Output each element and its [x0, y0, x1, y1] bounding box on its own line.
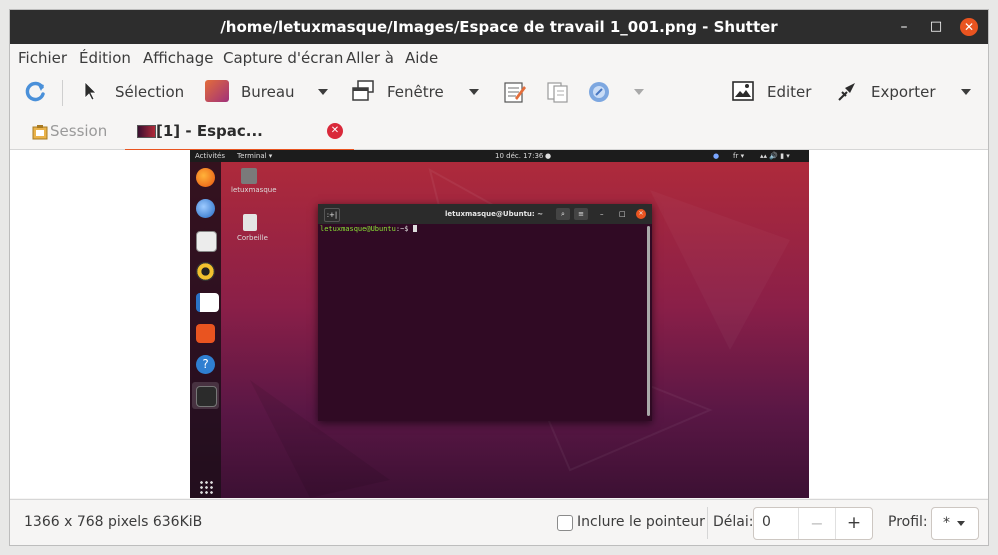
close-tab-icon[interactable]: ✕	[327, 123, 343, 139]
image-info: 1366 x 768 pixels 636KiB	[24, 514, 203, 530]
menu-bar: Fichier Édition Affichage Capture d'écra…	[10, 44, 988, 72]
tab-bar: Session [1] - Espac... 1_001.png ✕	[10, 116, 988, 170]
preview-clock: 10 déc. 17:36	[495, 152, 544, 160]
window-icon[interactable]	[351, 80, 375, 102]
app-grid-icon	[199, 480, 213, 494]
toolbar: Sélection Bureau Fenêtre Editer Exporter	[10, 72, 988, 112]
window-title: /home/letuxmasque/Images/Espace de trava…	[220, 18, 778, 36]
tab-session-label: Session	[50, 122, 108, 140]
shutter-window: /home/letuxmasque/Images/Espace de trava…	[10, 10, 988, 545]
terminal-prompt: letuxmasque@Ubuntu:~$	[320, 225, 417, 233]
profile-select[interactable]: *	[931, 507, 979, 540]
terminal-titlebar: :+| letuxmasque@Ubuntu: ~ ⌕ ≡ – □ ✕	[318, 204, 652, 224]
refresh-icon[interactable]	[23, 80, 47, 104]
maximize-button[interactable]: □	[927, 18, 945, 36]
tab-session[interactable]: Session	[32, 116, 112, 149]
export-icon[interactable]	[836, 80, 858, 102]
preview-dock: ?	[190, 162, 221, 498]
tooltip-capture-icon[interactable]	[545, 80, 569, 104]
profile-label: Profil:	[888, 514, 928, 530]
preview-lang: fr ▾	[733, 152, 745, 160]
minimize-button[interactable]: –	[895, 18, 913, 36]
desktop-dropdown-icon[interactable]	[318, 89, 328, 95]
home-folder-label: letuxmasque	[231, 186, 277, 194]
terminal-scrollbar	[647, 226, 650, 416]
firefox-icon	[196, 168, 215, 187]
delay-decrease-button[interactable]: −	[799, 508, 835, 539]
preview-terminal: :+| letuxmasque@Ubuntu: ~ ⌕ ≡ – □ ✕ letu…	[318, 204, 652, 421]
preview-activities: Activités	[195, 152, 225, 160]
close-button[interactable]: ✕	[960, 18, 978, 36]
desktop-button[interactable]: Bureau	[241, 76, 295, 108]
terminal-icon	[196, 386, 217, 407]
window-dropdown-icon[interactable]	[469, 89, 479, 95]
preview-terminal-menu: Terminal ▾	[237, 152, 273, 160]
edit-button[interactable]: Editer	[767, 76, 811, 108]
image-viewer[interactable]: Activités Terminal ▾ 10 déc. 17:36 ● ● f…	[10, 150, 988, 498]
include-pointer-label: Inclure le pointeur	[577, 514, 705, 530]
screenshot-preview: Activités Terminal ▾ 10 déc. 17:36 ● ● f…	[190, 150, 809, 498]
help-icon: ?	[196, 355, 215, 374]
tab-screenshot[interactable]: [1] - Espac... 1_001.png ✕	[125, 116, 354, 170]
title-bar: /home/letuxmasque/Images/Espace de trava…	[10, 10, 988, 44]
profile-dropdown-icon	[957, 521, 965, 526]
profile-value: *	[943, 515, 950, 531]
status-bar: 1366 x 768 pixels 636KiB Inclure le poin…	[10, 499, 988, 545]
menu-capture-icon[interactable]	[503, 80, 527, 104]
web-dropdown-icon[interactable]	[634, 89, 644, 95]
delay-spinner[interactable]: 0 − +	[753, 507, 873, 540]
delay-value[interactable]: 0	[762, 514, 771, 530]
thunderbird-icon	[196, 199, 215, 218]
delay-increase-button[interactable]: +	[836, 508, 872, 539]
session-icon	[32, 125, 48, 140]
menu-affichage[interactable]: Affichage	[143, 49, 213, 67]
software-icon	[196, 324, 215, 343]
menu-aller[interactable]: Aller à	[346, 49, 394, 67]
include-pointer-checkbox[interactable]	[557, 515, 573, 531]
writer-icon	[196, 293, 219, 312]
files-icon	[196, 231, 217, 252]
web-capture-icon[interactable]	[587, 80, 611, 104]
desktop-icon[interactable]	[205, 80, 229, 102]
preview-topbar: Activités Terminal ▾ 10 déc. 17:36 ● ● f…	[190, 150, 809, 162]
thumbnail-icon	[137, 125, 156, 138]
menu-edition[interactable]: Édition	[79, 49, 131, 67]
selection-button[interactable]: Sélection	[115, 76, 184, 108]
terminal-title: letuxmasque@Ubuntu: ~	[445, 210, 544, 218]
window-button[interactable]: Fenêtre	[387, 76, 444, 108]
rhythmbox-icon	[196, 262, 215, 281]
export-dropdown-icon[interactable]	[961, 89, 971, 95]
menu-fichier[interactable]: Fichier	[18, 49, 67, 67]
trash-label: Corbeille	[237, 234, 268, 242]
toolbar-separator	[62, 80, 63, 106]
trash-icon	[243, 214, 257, 231]
home-folder-icon	[241, 168, 257, 184]
menu-aide[interactable]: Aide	[405, 49, 438, 67]
pointer-icon[interactable]	[80, 80, 102, 102]
menu-capture[interactable]: Capture d'écran	[223, 49, 343, 67]
delay-label: Délai:	[713, 514, 754, 530]
export-button[interactable]: Exporter	[871, 76, 936, 108]
image-edit-icon[interactable]	[732, 80, 754, 102]
